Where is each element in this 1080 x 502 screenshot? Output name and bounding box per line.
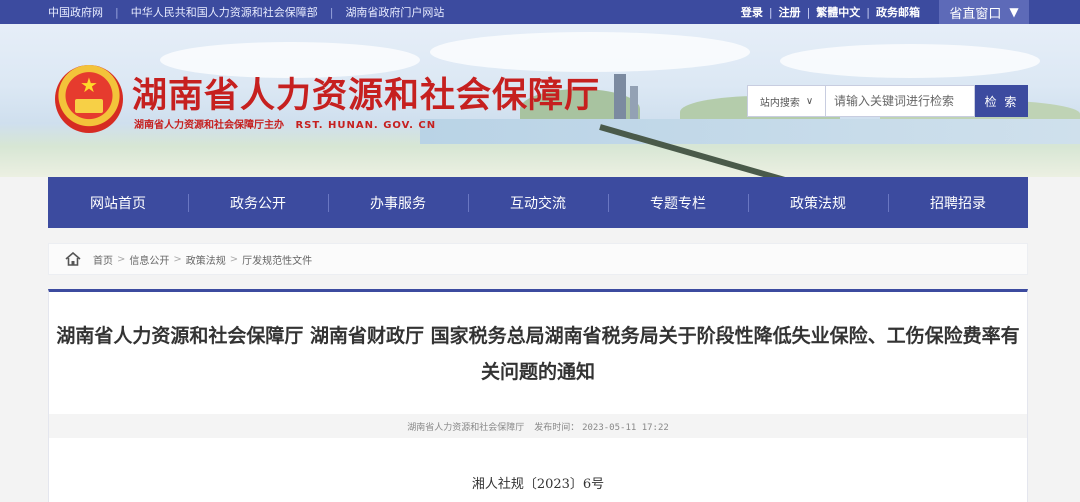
nav-item-topics[interactable]: 专题专栏 (608, 177, 748, 228)
article-source: 湖南省人力资源和社会保障厅 (407, 422, 525, 433)
chevron-down-icon: ∨ (805, 95, 814, 107)
nav-item-home[interactable]: 网站首页 (48, 177, 188, 228)
traditional-chinese-link[interactable]: 繁體中文 (816, 4, 860, 20)
divider: | (115, 5, 119, 19)
link-gov-cn[interactable]: 中国政府网 (48, 4, 103, 20)
breadcrumb-info-public[interactable]: 信息公开 (129, 252, 169, 267)
search-scope-select[interactable]: 站内搜索 ∨ (747, 85, 825, 117)
top-bar: 中国政府网 | 中华人民共和国人力资源和社会保障部 | 湖南省政府门户网站 登录… (0, 0, 1080, 24)
cloud-decoration (430, 32, 750, 72)
nav-item-gov-affairs[interactable]: 政务公开 (188, 177, 328, 228)
divider: | (329, 5, 334, 19)
caret-down-icon: ▼ (1009, 5, 1019, 19)
breadcrumb-home[interactable]: 首页 (93, 252, 113, 267)
home-icon[interactable] (65, 252, 81, 266)
link-mohrss[interactable]: 中华人民共和国人力资源和社会保障部 (131, 4, 318, 20)
breadcrumb-separator: > (173, 253, 182, 265)
divider: | (768, 5, 773, 19)
article-title: 湖南省人力资源和社会保障厅 湖南省财政厅 国家税务总局湖南省税务局关于阶段性降低… (56, 325, 1020, 383)
nav-item-services[interactable]: 办事服务 (328, 177, 468, 228)
breadcrumb-separator: > (229, 253, 239, 265)
provincial-window-dropdown[interactable]: 省直窗口 ▼ (939, 0, 1029, 24)
site-domain: RST. HUNAN. GOV. CN (295, 120, 437, 131)
site-host: 湖南省人力资源和社会保障厅主办 (134, 120, 284, 131)
breadcrumb-policies[interactable]: 政策法规 (186, 252, 226, 267)
article-panel: 湖南省人力资源和社会保障厅 湖南省财政厅 国家税务总局湖南省税务局关于阶段性降低… (48, 289, 1028, 502)
search-scope-label: 站内搜索 (759, 97, 800, 109)
login-link[interactable]: 登录 (741, 4, 763, 20)
nav-item-policies[interactable]: 政策法规 (748, 177, 888, 228)
divider: | (806, 5, 811, 19)
search-input[interactable] (825, 85, 975, 117)
river-decoration (420, 119, 1080, 144)
link-hunan-gov[interactable]: 湖南省政府门户网站 (345, 4, 444, 20)
article-meta: 湖南省人力资源和社会保障厅 发布时间： 2023-05-11 17:22 (49, 414, 1027, 438)
document-number: 湘人社规〔2023〕6号 (471, 477, 605, 492)
publish-label: 发布时间： (534, 422, 580, 433)
register-link[interactable]: 注册 (779, 4, 801, 20)
user-links: 登录 | 注册 | 繁體中文 | 政务邮箱 (741, 0, 920, 24)
cloud-decoration (780, 44, 1040, 78)
breadcrumb: 首页 > 信息公开 > 政策法规 > 厅发规范性文件 (48, 243, 1028, 275)
main-nav: 网站首页 政务公开 办事服务 互动交流 专题专栏 政策法规 招聘招录 (48, 177, 1028, 228)
divider: | (866, 5, 870, 19)
national-emblem-icon: ★ (55, 65, 123, 133)
breadcrumb-normative-docs[interactable]: 厅发规范性文件 (242, 252, 312, 267)
site-title: 湖南省人力资源和社会保障厅 (132, 76, 601, 116)
external-links: 中国政府网 | 中华人民共和国人力资源和社会保障部 | 湖南省政府门户网站 (48, 0, 444, 24)
nav-item-interaction[interactable]: 互动交流 (468, 177, 608, 228)
provincial-window-label: 省直窗口 (949, 6, 1002, 22)
nav-item-recruitment[interactable]: 招聘招录 (888, 177, 1028, 228)
publish-time-wrapper: 发布时间： 2023-05-11 17:22 (534, 420, 669, 433)
search-button[interactable]: 检 索 (975, 85, 1028, 117)
search-bar: 站内搜索 ∨ 检 索 (747, 85, 1028, 117)
site-subtitle: 湖南省人力资源和社会保障厅主办 RST. HUNAN. GOV. CN (134, 116, 436, 131)
gov-mail-link[interactable]: 政务邮箱 (876, 4, 920, 20)
breadcrumb-separator: > (117, 253, 126, 265)
publish-time: 2023-05-11 17:22 (582, 422, 669, 433)
